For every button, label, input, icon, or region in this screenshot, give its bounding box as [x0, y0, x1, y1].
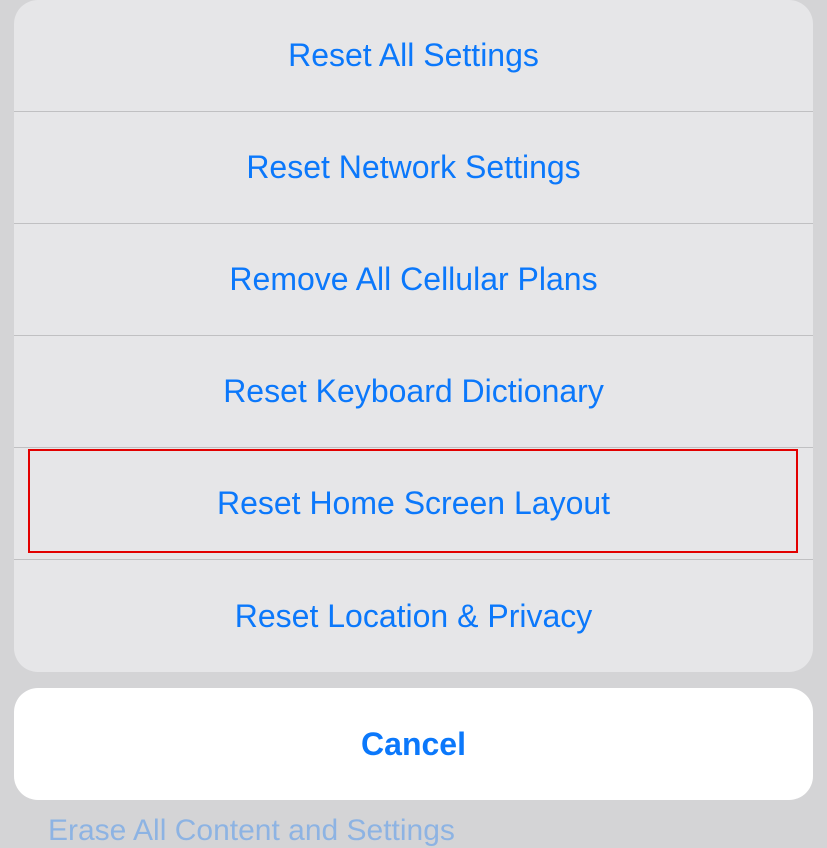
action-item-label: Reset All Settings — [288, 37, 539, 74]
remove-all-cellular-plans-button[interactable]: Remove All Cellular Plans — [14, 224, 813, 336]
action-item-label: Reset Network Settings — [246, 149, 580, 186]
action-item-label: Remove All Cellular Plans — [229, 261, 597, 298]
reset-action-sheet: Reset All Settings Reset Network Setting… — [14, 0, 813, 672]
reset-all-settings-button[interactable]: Reset All Settings — [14, 0, 813, 112]
reset-home-screen-layout-button[interactable]: Reset Home Screen Layout — [14, 448, 813, 560]
cancel-button[interactable]: Cancel — [14, 688, 813, 800]
action-item-label: Reset Home Screen Layout — [217, 485, 610, 522]
action-item-label: Reset Location & Privacy — [235, 598, 593, 635]
cancel-label: Cancel — [361, 726, 466, 763]
reset-location-privacy-button[interactable]: Reset Location & Privacy — [14, 560, 813, 672]
action-item-label: Reset Keyboard Dictionary — [223, 373, 604, 410]
reset-network-settings-button[interactable]: Reset Network Settings — [14, 112, 813, 224]
background-obscured-text: Erase All Content and Settings — [48, 814, 468, 848]
reset-keyboard-dictionary-button[interactable]: Reset Keyboard Dictionary — [14, 336, 813, 448]
